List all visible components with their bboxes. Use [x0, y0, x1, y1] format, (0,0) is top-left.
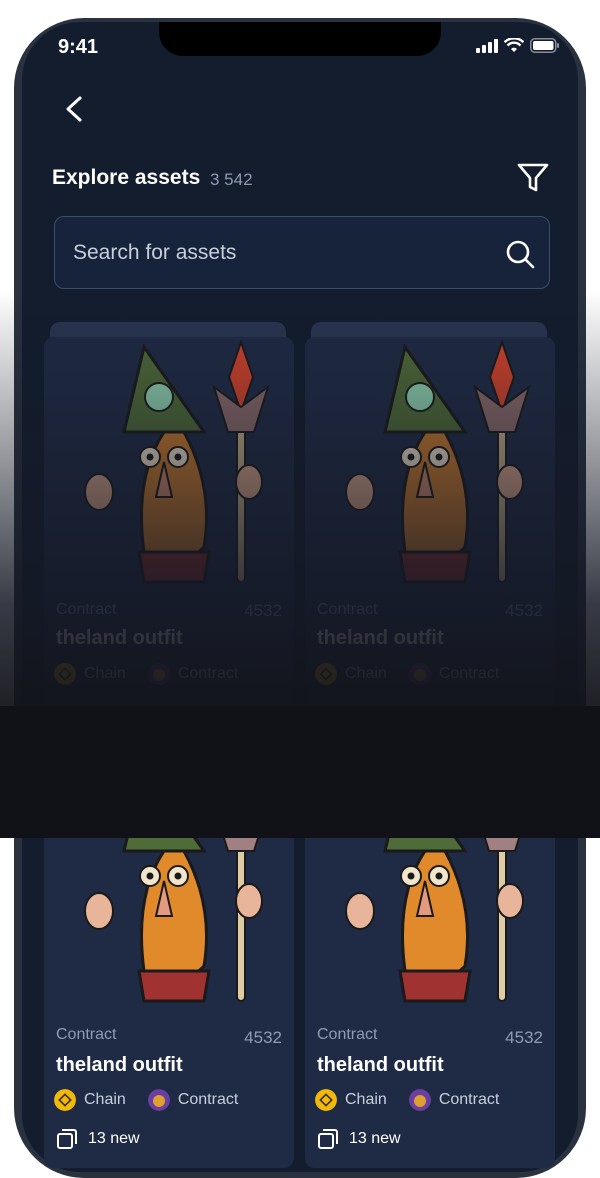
search-icon[interactable] [505, 239, 535, 269]
asset-tags: Chain Contract [54, 663, 252, 685]
asset-image [305, 838, 555, 1016]
asset-image [305, 337, 555, 597]
asset-image [44, 838, 294, 1016]
status-time: 9:41 [58, 36, 99, 58]
chain-tag: Chain [54, 1089, 126, 1111]
back-arrow-icon[interactable] [60, 94, 88, 124]
notch [159, 22, 441, 56]
asset-image [44, 337, 294, 597]
asset-tags: Chain Contract [315, 663, 513, 685]
wizard-illustration [84, 838, 263, 1003]
asset-card[interactable]: Contract 4532 theland outfit Chain Contr… [44, 838, 294, 1168]
chain-icon [54, 663, 76, 685]
wizard-illustration [84, 338, 270, 584]
asset-number: 4532 [244, 601, 282, 620]
collection-icon [57, 1129, 77, 1149]
wifi-icon [504, 38, 524, 52]
new-count-label: 13 new [349, 1130, 401, 1147]
contract-tag: Contract [147, 1089, 239, 1111]
status-icons [476, 38, 560, 53]
asset-number: 4532 [244, 1028, 282, 1047]
asset-card[interactable]: Contract 4532 theland outfit Chain Contr… [44, 337, 294, 757]
chain-tag: Chain [315, 663, 387, 685]
filter-icon[interactable] [516, 162, 550, 194]
new-count: 13 new [317, 1128, 401, 1150]
contract-label: Contract [56, 601, 117, 618]
chain-icon [315, 1089, 337, 1111]
cellular-icon [476, 38, 498, 53]
contract-icon [147, 663, 170, 685]
chain-icon [54, 1089, 76, 1111]
contract-icon [147, 1089, 170, 1111]
contract-tag-label: Contract [177, 1091, 239, 1108]
chain-tag: Chain [315, 1089, 387, 1111]
chain-tag: Chain [54, 663, 126, 685]
asset-number: 4532 [505, 1028, 543, 1047]
contract-tag-label: Contract [177, 665, 239, 682]
new-count: 13 new [56, 1128, 140, 1150]
chain-icon [315, 663, 337, 685]
wizard-illustration [345, 338, 531, 584]
asset-number: 4532 [505, 601, 543, 620]
asset-card[interactable]: Contract 4532 theland outfit Chain Contr… [305, 337, 555, 757]
asset-card[interactable]: Contract 4532 theland outfit Chain Contr… [305, 838, 555, 1168]
chain-label: Chain [345, 665, 387, 682]
collection-icon [318, 1129, 338, 1149]
battery-icon [530, 38, 559, 53]
search-input[interactable] [71, 217, 495, 289]
contract-label: Contract [317, 1026, 378, 1043]
new-count-label: 13 new [88, 1130, 140, 1147]
asset-tags: Chain Contract [315, 1089, 513, 1111]
contract-tag-label: Contract [438, 665, 500, 682]
contract-tag-label: Contract [438, 1091, 500, 1108]
contract-tag: Contract [408, 663, 500, 685]
search-box[interactable] [54, 216, 550, 289]
contract-tag: Contract [147, 663, 239, 685]
asset-count: 3 542 [210, 170, 253, 189]
chain-label: Chain [84, 1091, 126, 1108]
asset-name: theland outfit [317, 1054, 444, 1076]
asset-tags: Chain Contract [54, 1089, 252, 1111]
page-title: Explore assets [52, 166, 201, 189]
asset-name: theland outfit [56, 627, 183, 649]
contract-label: Contract [56, 1026, 117, 1043]
contract-tag: Contract [408, 1089, 500, 1111]
contract-label: Contract [317, 601, 378, 618]
chain-label: Chain [84, 665, 126, 682]
asset-name: theland outfit [317, 627, 444, 649]
overlay-band [0, 706, 600, 838]
asset-name: theland outfit [56, 1054, 183, 1076]
contract-icon [408, 1089, 431, 1111]
wizard-illustration [345, 838, 524, 1003]
chain-label: Chain [345, 1091, 387, 1108]
contract-icon [408, 663, 431, 685]
